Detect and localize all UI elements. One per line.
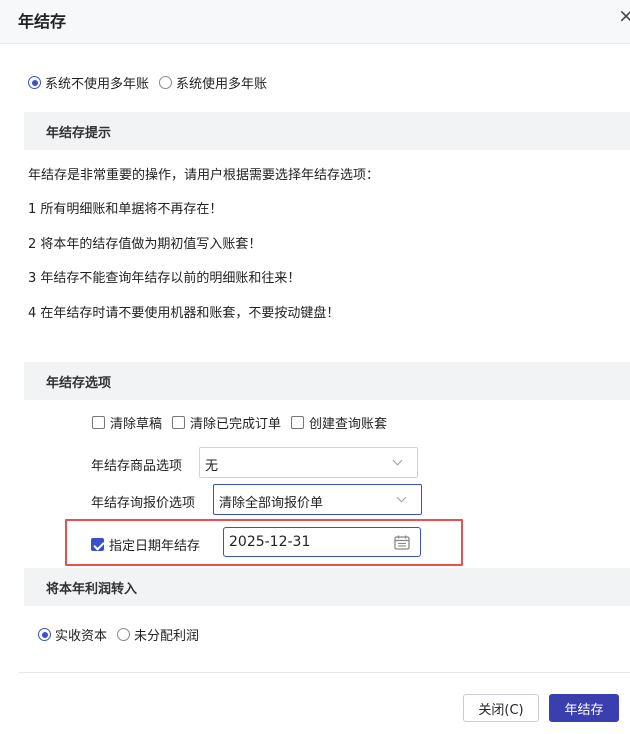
radio-indicator[interactable] <box>117 628 131 641</box>
notice-line: 2 将本年的结存值做为期初值写入账套！ <box>28 237 262 252</box>
goods-option-label: 年结存商品选项 <box>91 459 183 474</box>
profit-target-group: 实收资本 未分配利润 <box>38 625 209 644</box>
year-end-button[interactable]: 年结存 <box>549 694 619 722</box>
date-value: 2025-12-31 <box>229 534 311 550</box>
checkbox-indicator[interactable] <box>91 538 104 551</box>
radio-indicator[interactable] <box>38 628 51 641</box>
radio-label: 未分配利润 <box>134 629 200 644</box>
profit-section-title: 将本年利润转入 <box>46 582 138 597</box>
checkbox-indicator[interactable] <box>92 416 105 429</box>
checkbox-clear-completed-orders[interactable]: 清除已完成订单 <box>172 413 281 432</box>
notice-line: 1 所有明细账和单据将不再存在！ <box>28 202 223 217</box>
calendar-icon[interactable] <box>394 535 410 550</box>
profit-section-header: 将本年利润转入 <box>24 568 630 606</box>
radio-label: 系统使用多年账 <box>176 77 268 92</box>
radio-multi-year-account[interactable]: 系统使用多年账 <box>159 73 267 92</box>
chevron-down-icon <box>392 455 403 466</box>
checkbox-label: 清除已完成订单 <box>190 417 282 432</box>
notice-line: 4 在年结存时请不要使用机器和账套，不要按动键盘！ <box>28 306 340 321</box>
radio-indicator[interactable] <box>159 76 173 89</box>
checkbox-create-query-account[interactable]: 创建查询账套 <box>291 413 387 432</box>
radio-undistributed-profit[interactable]: 未分配利润 <box>117 625 199 644</box>
checkbox-specified-date[interactable]: 指定日期年结存 <box>91 535 200 554</box>
account-mode-group: 系统不使用多年账 系统使用多年账 <box>28 73 277 92</box>
radio-label: 实收资本 <box>55 629 108 644</box>
checkbox-label: 创建查询账套 <box>309 417 388 432</box>
checkbox-indicator[interactable] <box>172 416 186 429</box>
close-button[interactable]: 关闭(C) <box>463 694 539 722</box>
chevron-down-icon <box>396 492 407 503</box>
dialog-header: 年结存 × <box>0 0 630 44</box>
checkbox-indicator[interactable] <box>291 416 305 429</box>
goods-option-value: 无 <box>205 459 219 474</box>
footer-divider <box>18 672 630 673</box>
inquiry-option-value: 清除全部询报价单 <box>219 496 324 511</box>
radio-paid-in-capital[interactable]: 实收资本 <box>38 625 107 644</box>
goods-option-select[interactable]: 无 <box>199 447 418 478</box>
date-input[interactable]: 2025-12-31 <box>223 527 421 557</box>
dialog-title: 年结存 <box>18 12 67 31</box>
checkbox-label: 指定日期年结存 <box>109 539 201 554</box>
notice-section-header: 年结存提示 <box>24 112 630 150</box>
radio-indicator[interactable] <box>28 76 41 89</box>
options-section-title: 年结存选项 <box>46 376 112 391</box>
notice-section-title: 年结存提示 <box>46 126 112 141</box>
options-section-header: 年结存选项 <box>24 362 630 400</box>
notice-line: 年结存是非常重要的操作，请用户根据需要选择年结存选项： <box>28 168 380 183</box>
inquiry-option-select[interactable]: 清除全部询报价单 <box>213 484 422 515</box>
radio-single-year-account[interactable]: 系统不使用多年账 <box>28 73 149 92</box>
clear-options-group: 清除草稿 清除已完成订单 创建查询账套 <box>92 413 397 432</box>
close-icon[interactable]: × <box>618 7 630 26</box>
radio-label: 系统不使用多年账 <box>45 77 150 92</box>
checkbox-label: 清除草稿 <box>110 417 163 432</box>
notice-line: 3 年结存不能查询年结存以前的明细账和往来！ <box>28 271 301 286</box>
checkbox-clear-drafts[interactable]: 清除草稿 <box>92 413 162 432</box>
inquiry-option-label: 年结存询报价选项 <box>91 496 196 511</box>
